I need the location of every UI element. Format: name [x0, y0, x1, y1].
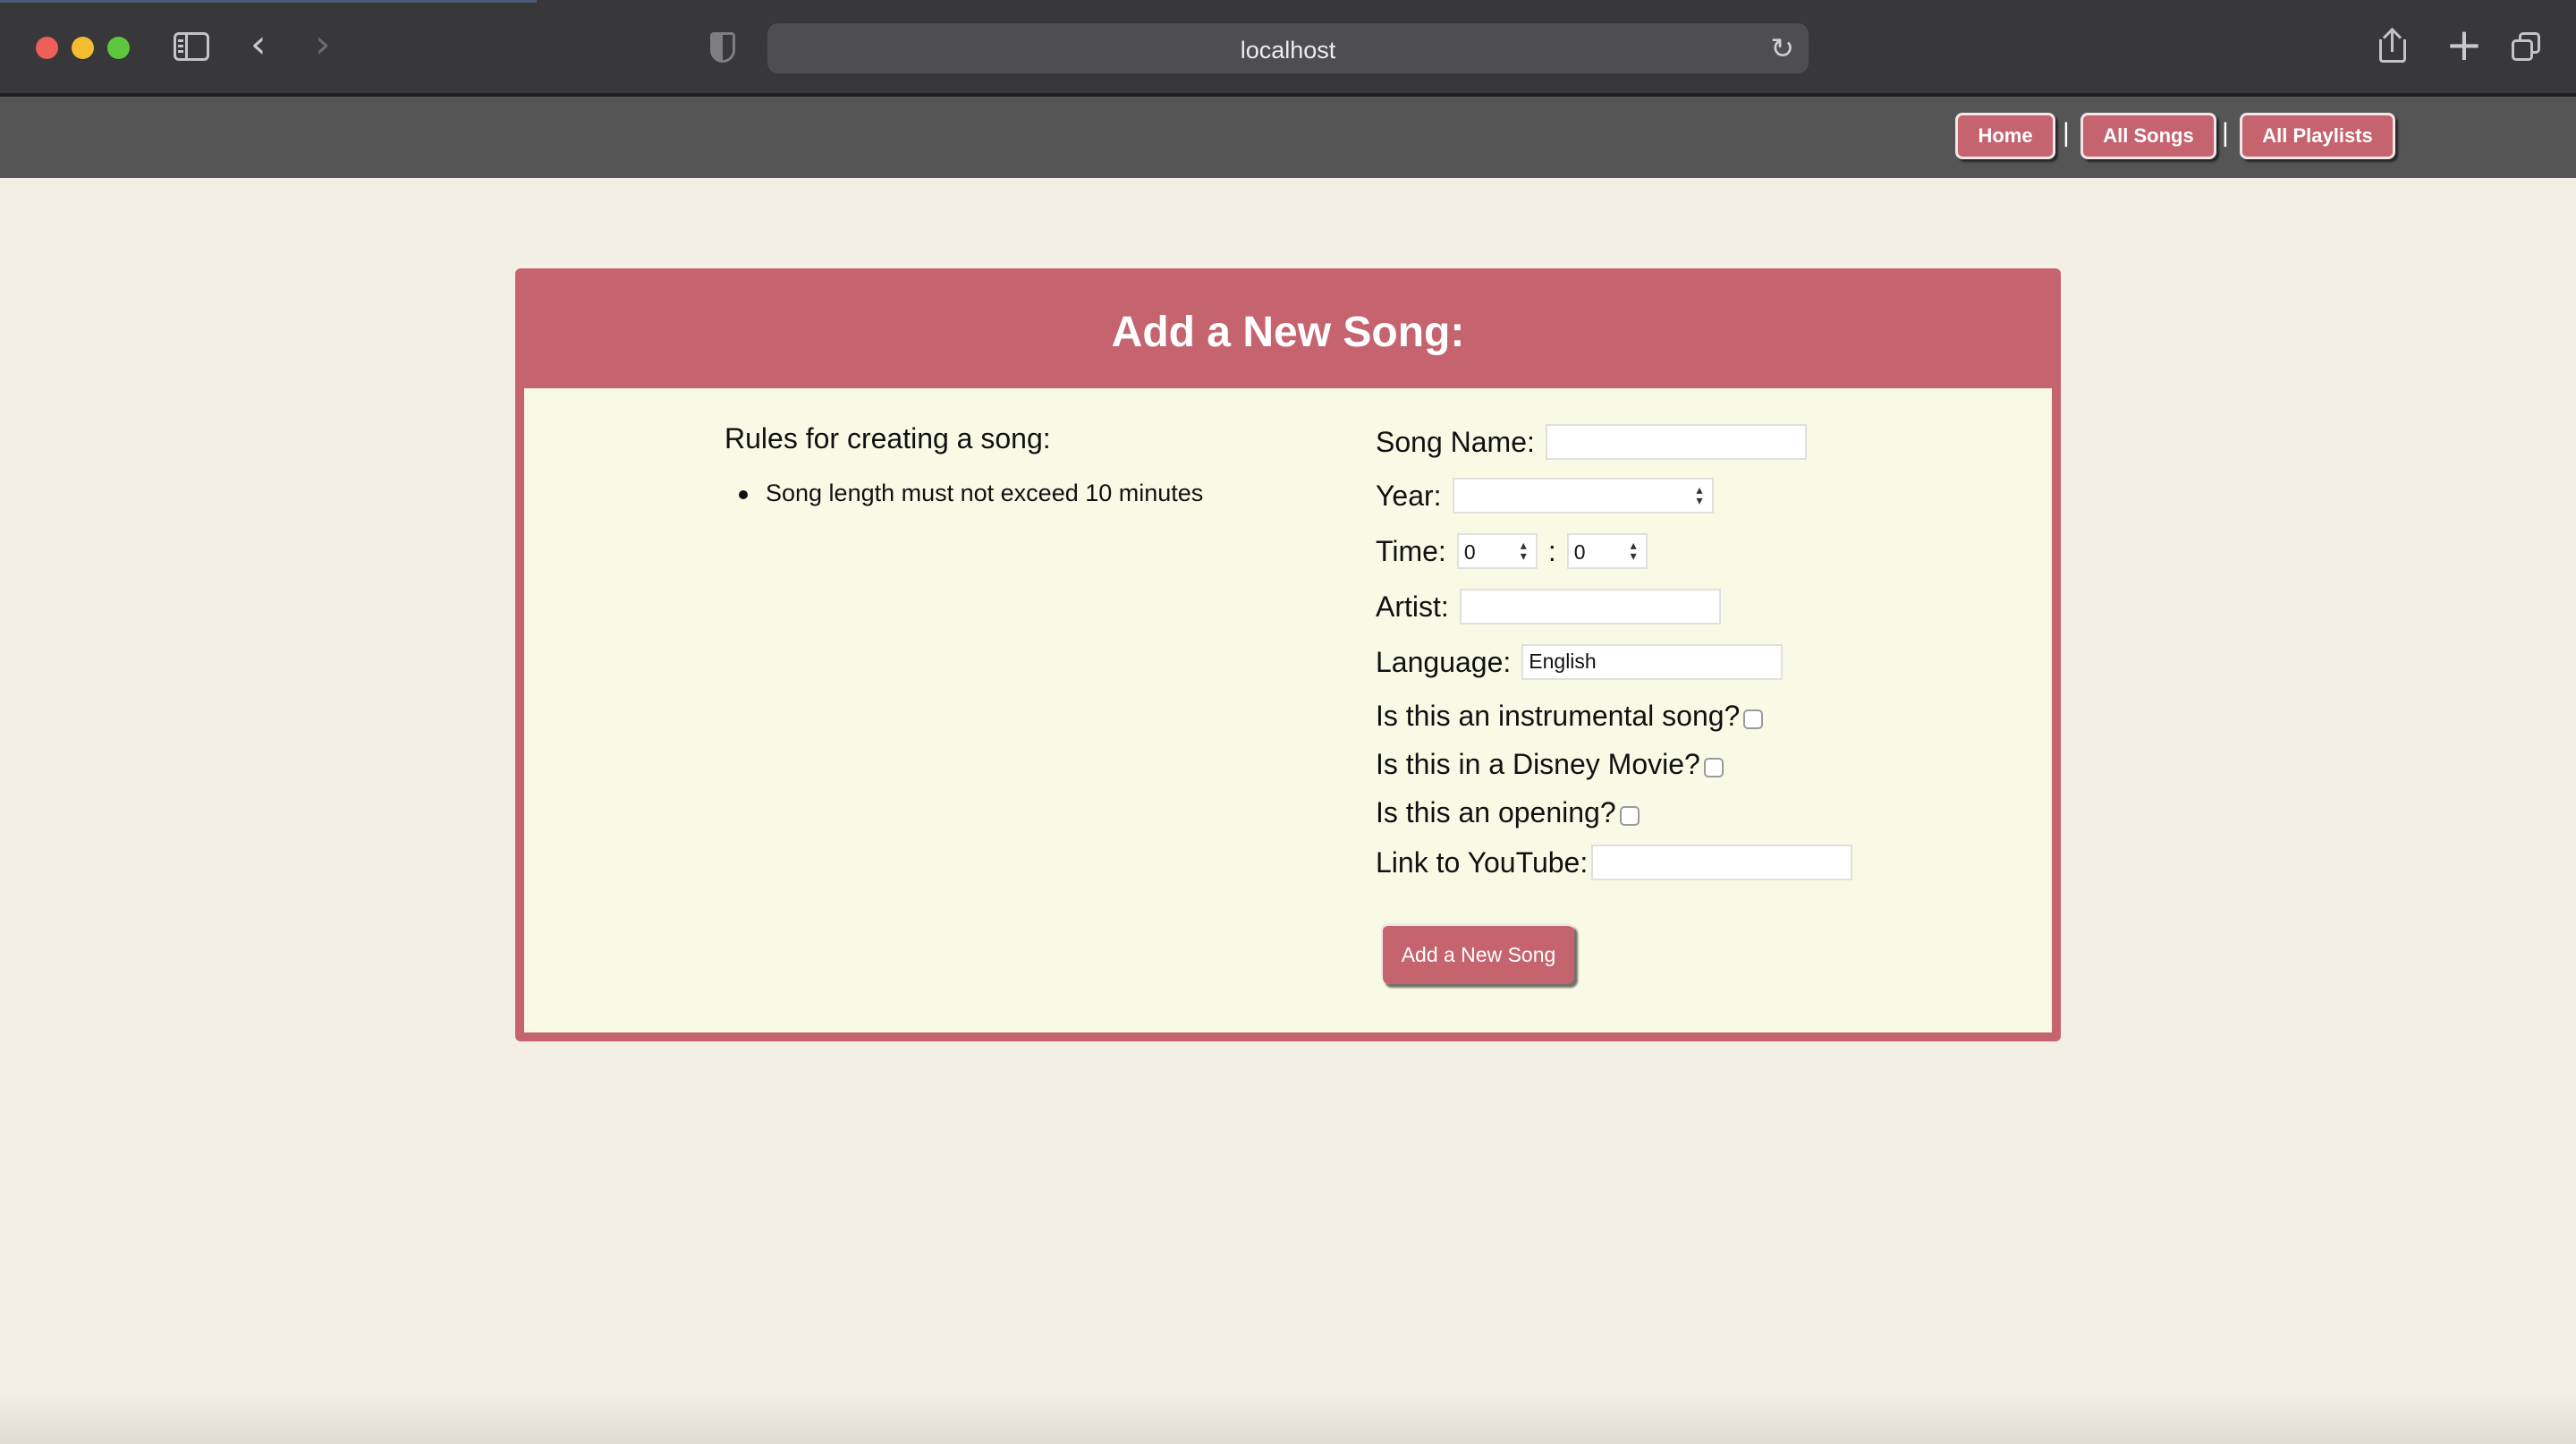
back-arrow-icon[interactable]: ‹	[250, 25, 267, 64]
time-seconds-input[interactable]: 0 ▴ ▾	[1566, 533, 1648, 569]
youtube-row: Link to YouTube:	[1376, 845, 1853, 880]
minimize-window-button[interactable]	[72, 37, 94, 59]
minutes-stepper-icon[interactable]: ▴ ▾	[1521, 539, 1527, 563]
instrumental-row: Is this an instrumental song?	[1376, 700, 1764, 733]
artist-row: Artist:	[1376, 589, 1721, 624]
year-label: Year:	[1376, 479, 1442, 512]
all-playlists-nav-button[interactable]: All Playlists	[2240, 113, 2395, 159]
artist-input[interactable]	[1459, 589, 1721, 624]
rules-heading: Rules for creating a song:	[724, 422, 1051, 454]
rules-list: Song length must not exceed 10 minutes	[738, 480, 1204, 507]
disney-label: Is this in a Disney Movie?	[1376, 748, 1700, 780]
artist-label: Artist:	[1376, 590, 1449, 623]
top-nav-bar: Home | All Songs | All Playlists	[0, 97, 2576, 178]
address-bar[interactable]: localhost ↻	[767, 23, 1809, 73]
browser-titlebar: ‹ › localhost ↻ +	[0, 0, 2576, 95]
time-seconds-value: 0	[1573, 540, 1586, 564]
url-text[interactable]: localhost	[767, 37, 1809, 64]
opening-checkbox[interactable]	[1619, 805, 1640, 826]
reload-icon[interactable]: ↻	[1770, 32, 1794, 64]
page-viewport: Home | All Songs | All Playlists Add a N…	[0, 97, 2576, 1444]
all-songs-nav-button[interactable]: All Songs	[2080, 113, 2216, 159]
disney-checkbox[interactable]	[1703, 757, 1724, 777]
time-minutes-input[interactable]: 0 ▴ ▾	[1456, 533, 1538, 569]
nav-separator: |	[2063, 118, 2070, 148]
card-header: Add a New Song:	[515, 268, 2061, 388]
rules-list-item: Song length must not exceed 10 minutes	[738, 480, 1204, 506]
sidebar-icon[interactable]	[174, 32, 209, 61]
seconds-stepper-icon[interactable]: ▴ ▾	[1631, 539, 1637, 563]
instrumental-checkbox[interactable]	[1743, 709, 1764, 729]
time-minutes-value: 0	[1463, 540, 1476, 564]
tab-indicator	[0, 0, 537, 3]
forward-arrow-icon[interactable]: ›	[315, 25, 331, 64]
tab-overview-icon[interactable]	[2512, 32, 2540, 61]
bottom-shadow	[0, 1390, 2576, 1444]
home-nav-button[interactable]: Home	[1955, 113, 2055, 159]
card-body: Rules for creating a song: Song length m…	[524, 388, 2052, 1032]
language-input[interactable]: English	[1521, 644, 1784, 680]
page-title: Add a New Song:	[1111, 309, 1465, 356]
time-row: Time: 0 ▴ ▾ : 0 ▴ ▾	[1376, 533, 1648, 569]
time-label: Time:	[1376, 534, 1446, 567]
youtube-link-input[interactable]	[1591, 845, 1853, 880]
time-separator: :	[1547, 534, 1556, 567]
language-row: Language: English	[1376, 644, 1784, 680]
disney-row: Is this in a Disney Movie?	[1376, 748, 1724, 781]
youtube-label: Link to YouTube:	[1376, 845, 1589, 879]
zoom-window-button[interactable]	[107, 37, 130, 59]
year-input[interactable]: ▴ ▾	[1452, 478, 1714, 514]
nav-separator: |	[2222, 118, 2229, 148]
year-row: Year: ▴ ▾	[1376, 478, 1714, 514]
opening-row: Is this an opening?	[1376, 796, 1640, 829]
instrumental-label: Is this an instrumental song?	[1376, 700, 1741, 732]
language-label: Language:	[1376, 645, 1512, 678]
close-window-button[interactable]	[36, 37, 58, 59]
year-stepper-icon[interactable]: ▴ ▾	[1697, 484, 1703, 507]
share-icon[interactable]	[2379, 27, 2406, 63]
song-name-label: Song Name:	[1376, 425, 1535, 458]
shield-icon[interactable]	[710, 32, 735, 63]
add-new-song-button[interactable]: Add a New Song	[1381, 923, 1574, 984]
song-name-input[interactable]	[1545, 424, 1807, 460]
song-name-row: Song Name:	[1376, 424, 1807, 460]
add-song-card: Add a New Song: Rules for creating a son…	[515, 268, 2061, 1041]
new-tab-icon[interactable]: +	[2445, 20, 2483, 70]
opening-label: Is this an opening?	[1376, 796, 1616, 828]
